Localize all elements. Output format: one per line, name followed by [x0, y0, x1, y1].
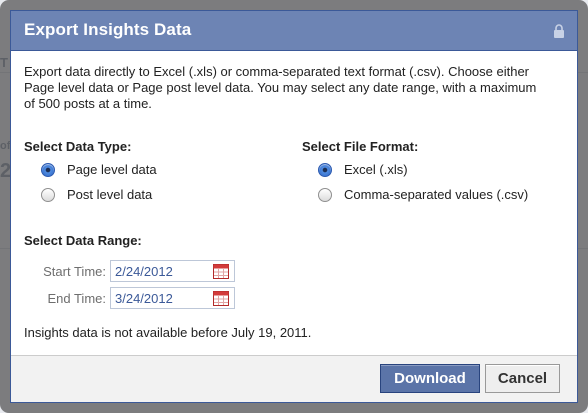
- end-time-row: End Time: 3/24/2012: [32, 287, 235, 309]
- radio-label: Page level data: [67, 162, 157, 177]
- start-time-label: Start Time:: [43, 263, 106, 279]
- calendar-icon[interactable]: [213, 264, 229, 279]
- cancel-button[interactable]: Cancel: [485, 364, 560, 393]
- end-time-value: 3/24/2012: [115, 290, 173, 306]
- start-time-value: 2/24/2012: [115, 263, 173, 279]
- intro-text: Export data directly to Excel (.xls) or …: [24, 64, 537, 111]
- start-time-row: Start Time: 2/24/2012: [32, 260, 235, 282]
- end-time-input[interactable]: 3/24/2012: [110, 287, 235, 309]
- dialog-title: Export Insights Data: [24, 20, 192, 39]
- radio-page-level-data[interactable]: Page level data: [41, 162, 157, 177]
- calendar-icon[interactable]: [213, 291, 229, 306]
- radio-csv[interactable]: Comma-separated values (.csv): [318, 187, 528, 202]
- dialog-footer: Download Cancel: [11, 355, 577, 402]
- dialog-titlebar: Export Insights Data: [11, 11, 577, 51]
- radio-label: Excel (.xls): [344, 162, 408, 177]
- lock-icon: [554, 24, 564, 38]
- export-insights-dialog: Export Insights Data Export data directl…: [10, 10, 578, 403]
- radio-button-checked[interactable]: [41, 162, 55, 177]
- radio-label: Post level data: [67, 187, 153, 202]
- radio-excel-xls[interactable]: Excel (.xls): [318, 162, 408, 177]
- start-time-input[interactable]: 2/24/2012: [110, 260, 235, 282]
- availability-note: Insights data is not available before Ju…: [24, 325, 312, 340]
- data-type-heading: Select Data Type:: [24, 139, 132, 154]
- file-format-heading: Select File Format:: [302, 139, 419, 154]
- radio-label: Comma-separated values (.csv): [344, 187, 529, 202]
- date-range-heading: Select Data Range:: [24, 233, 142, 248]
- radio-button-checked[interactable]: [318, 162, 332, 177]
- radio-button[interactable]: [318, 187, 332, 202]
- radio-button[interactable]: [41, 187, 55, 202]
- download-button[interactable]: Download: [380, 364, 480, 393]
- radio-post-level-data[interactable]: Post level data: [41, 187, 152, 202]
- end-time-label: End Time:: [47, 290, 106, 306]
